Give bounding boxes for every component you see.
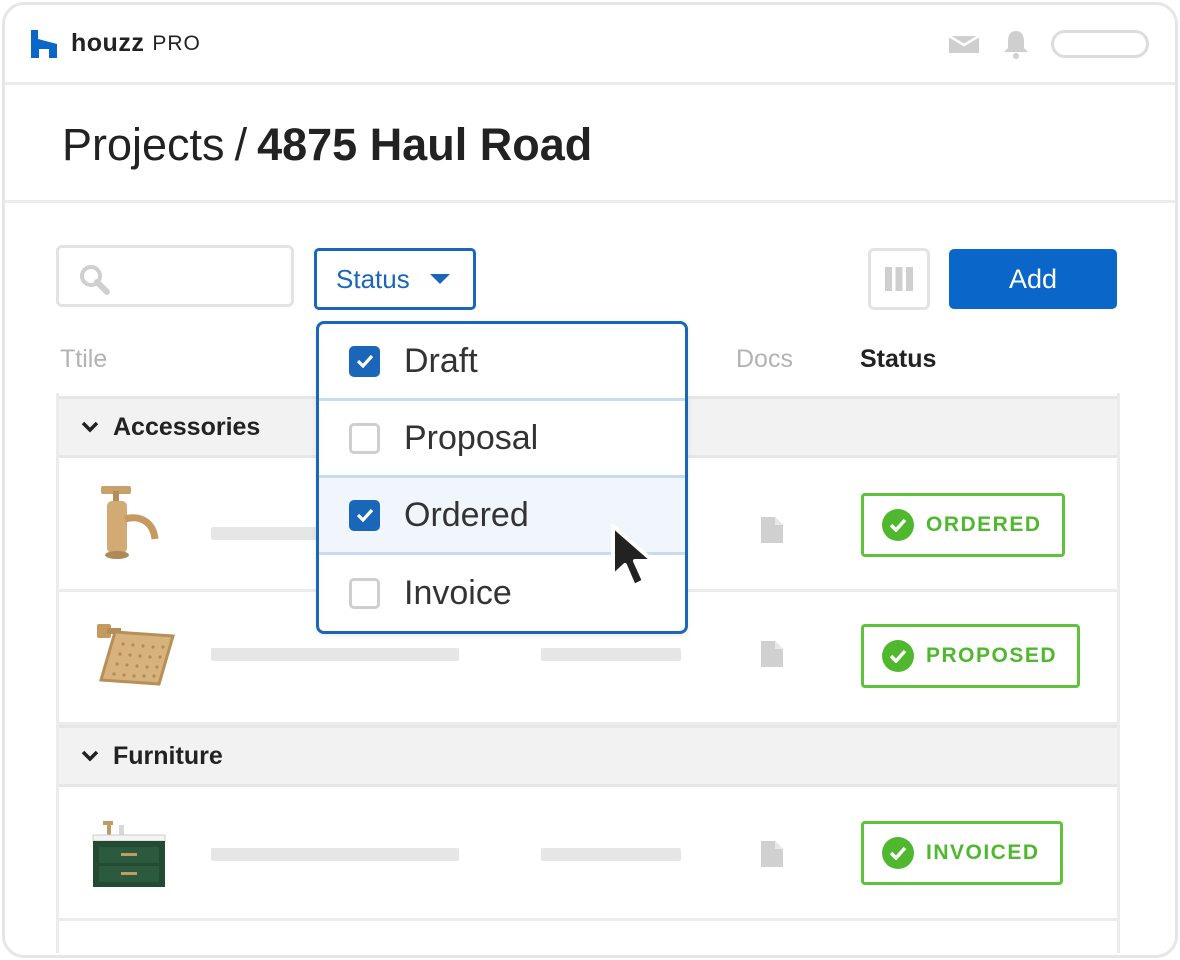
vanity-image xyxy=(92,821,166,887)
status-badge-ordered: ORDERED xyxy=(861,493,1065,557)
user-menu-pill[interactable] xyxy=(1051,30,1149,58)
status-option-proposal[interactable]: Proposal xyxy=(319,401,685,478)
status-option-label: Draft xyxy=(404,341,478,380)
houzz-logo-icon xyxy=(31,29,57,58)
placeholder-bar xyxy=(211,648,459,661)
status-filter-label: Status xyxy=(336,263,410,294)
bell-icon[interactable] xyxy=(999,29,1033,59)
top-icons xyxy=(947,29,1149,59)
check-circle-icon xyxy=(882,640,914,672)
status-badge-label: INVOICED xyxy=(926,841,1040,864)
placeholder-bar xyxy=(541,648,681,661)
document-icon[interactable] xyxy=(759,639,785,669)
search-icon xyxy=(80,265,110,295)
page-header: Projects/4875 Haul Road xyxy=(5,85,1175,203)
checkbox-unchecked[interactable] xyxy=(349,422,380,454)
placeholder-bar xyxy=(541,848,681,861)
page-title: 4875 Haul Road xyxy=(257,119,593,170)
search-input[interactable] xyxy=(56,245,294,307)
chevron-down-icon xyxy=(81,421,99,433)
mouse-pointer-icon xyxy=(611,524,655,588)
check-circle-icon xyxy=(882,837,914,869)
checkbox-unchecked[interactable] xyxy=(349,578,380,609)
breadcrumb-projects-link[interactable]: Projects xyxy=(62,119,225,170)
column-header-title[interactable]: Ttile xyxy=(60,345,107,374)
checkmark-icon xyxy=(356,508,373,522)
status-option-label: Invoice xyxy=(404,574,512,612)
columns-button[interactable] xyxy=(868,248,930,310)
top-bar: houzz PRO xyxy=(5,5,1175,85)
checkmark-icon xyxy=(356,354,373,368)
add-button[interactable]: Add xyxy=(949,249,1117,309)
column-header-docs[interactable]: Docs xyxy=(736,345,793,374)
mail-icon[interactable] xyxy=(947,29,981,59)
status-filter-button[interactable]: Status xyxy=(314,248,476,310)
placeholder-bar xyxy=(211,527,321,540)
group-label: Furniture xyxy=(113,741,223,770)
caret-down-icon xyxy=(429,274,450,284)
column-header-status[interactable]: Status xyxy=(860,345,936,374)
document-icon[interactable] xyxy=(759,839,785,869)
status-option-label: Ordered xyxy=(404,495,529,534)
brand-name: houzz xyxy=(71,29,145,57)
status-option-label: Proposal xyxy=(404,418,539,457)
houzz-pro-logo[interactable]: houzz PRO xyxy=(31,29,201,58)
breadcrumb-separator: / xyxy=(234,119,248,170)
group-label: Accessories xyxy=(113,412,261,441)
breadcrumb: Projects/4875 Haul Road xyxy=(62,119,592,171)
status-badge-label: ORDERED xyxy=(926,513,1042,536)
brand-suffix: PRO xyxy=(152,31,201,55)
columns-icon xyxy=(885,267,913,291)
status-badge-proposed: PROPOSED xyxy=(861,624,1081,688)
checkbox-checked[interactable] xyxy=(349,345,380,377)
chevron-down-icon xyxy=(81,750,99,762)
check-circle-icon xyxy=(882,509,914,541)
table-row[interactable]: INVOICED xyxy=(59,787,1117,921)
checkbox-checked[interactable] xyxy=(349,499,380,531)
shower-head-image xyxy=(97,624,175,686)
placeholder-bar xyxy=(211,848,459,861)
document-icon[interactable] xyxy=(759,515,785,545)
faucet-image xyxy=(101,486,159,559)
group-row-furniture[interactable]: Furniture xyxy=(59,725,1117,787)
status-badge-label: PROPOSED xyxy=(926,644,1058,667)
status-badge-invoiced: INVOICED xyxy=(861,821,1063,885)
status-option-draft[interactable]: Draft xyxy=(319,324,685,401)
